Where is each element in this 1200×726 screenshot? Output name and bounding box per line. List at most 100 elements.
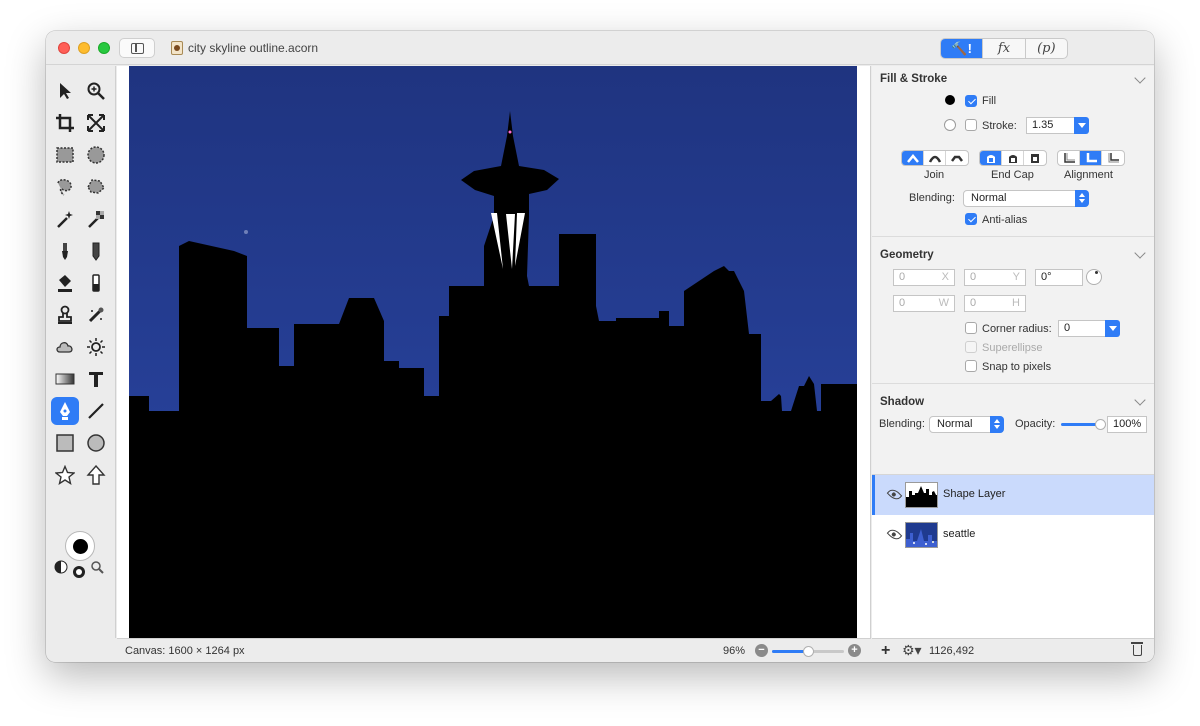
end-cap-control[interactable]: [979, 150, 1047, 166]
shadow-collapse-icon[interactable]: [1134, 394, 1146, 406]
w-value: 0: [899, 297, 906, 309]
cap-butt-icon[interactable]: [980, 151, 1002, 165]
width-field[interactable]: 0W: [893, 295, 955, 312]
zoom-out-button[interactable]: −: [755, 644, 768, 657]
line-icon[interactable]: [82, 397, 110, 425]
star-icon[interactable]: [51, 461, 79, 489]
transform-icon[interactable]: [82, 109, 110, 137]
filters-tab[interactable]: fx: [983, 39, 1026, 58]
stroke-width-dropdown[interactable]: [1074, 117, 1089, 134]
brush-icon[interactable]: [51, 237, 79, 265]
canvas-area[interactable]: [117, 66, 871, 638]
opacity-slider-knob[interactable]: [1095, 419, 1106, 430]
y-field[interactable]: 0Y: [964, 269, 1026, 286]
swap-colors-icon[interactable]: [54, 560, 68, 574]
fill-stroke-collapse-icon[interactable]: [1134, 72, 1146, 84]
gear-icon[interactable]: ⚙▾: [902, 642, 922, 659]
sun-icon[interactable]: [82, 333, 110, 361]
join-miter-icon[interactable]: [902, 151, 924, 165]
zoom-slider[interactable]: [772, 646, 844, 657]
align-inside-icon[interactable]: [1058, 151, 1080, 165]
alignment-control[interactable]: [1057, 150, 1125, 166]
zoom-window-button[interactable]: [98, 42, 110, 54]
fill-bucket-icon[interactable]: [51, 269, 79, 297]
rect-select-icon[interactable]: [51, 141, 79, 169]
corner-radius-checkbox[interactable]: [965, 322, 977, 334]
shadow-title: Shadow: [880, 396, 925, 408]
cloud-icon[interactable]: [51, 333, 79, 361]
join-bevel-icon[interactable]: [946, 151, 968, 165]
trash-icon[interactable]: [1131, 642, 1143, 656]
align-outside-icon[interactable]: [1102, 151, 1124, 165]
layer-thumbnail: [905, 522, 938, 548]
zoom-in-button[interactable]: +: [848, 644, 861, 657]
rectangle-icon[interactable]: [51, 429, 79, 457]
shadow-blending-popup[interactable]: Normal: [929, 416, 1004, 433]
pencil-icon[interactable]: [82, 237, 110, 265]
close-button[interactable]: [58, 42, 70, 54]
crop-icon[interactable]: [51, 109, 79, 137]
polygon-lasso-icon[interactable]: [82, 173, 110, 201]
cap-round-icon[interactable]: [1002, 151, 1024, 165]
select-arrow-icon[interactable]: [51, 77, 79, 105]
snap-to-pixels-checkbox[interactable]: [965, 360, 977, 372]
default-colors-icon[interactable]: [72, 565, 86, 579]
ellipse-select-icon[interactable]: [82, 141, 110, 169]
gradient-icon[interactable]: [51, 365, 79, 393]
layer-row[interactable]: seattle: [872, 515, 1154, 555]
clone-stamp-icon[interactable]: [51, 301, 79, 329]
join-round-icon[interactable]: [924, 151, 946, 165]
canvas-image[interactable]: [129, 66, 857, 638]
text-icon[interactable]: [82, 365, 110, 393]
visibility-eye-icon[interactable]: [886, 486, 903, 503]
h-suffix: H: [1012, 297, 1020, 309]
fill-radio[interactable]: [945, 95, 955, 105]
lasso-icon[interactable]: [51, 173, 79, 201]
fill-checkbox[interactable]: [965, 95, 977, 107]
visibility-eye-icon[interactable]: [886, 526, 903, 543]
cap-square-icon[interactable]: [1024, 151, 1046, 165]
arrow-icon[interactable]: [82, 461, 110, 489]
corner-radius-label: Corner radius:: [982, 323, 1052, 335]
stroke-width-field[interactable]: 1.35: [1026, 117, 1075, 134]
zoom-percentage: 96%: [723, 645, 746, 657]
add-layer-button[interactable]: +: [881, 642, 890, 660]
height-field[interactable]: 0H: [964, 295, 1026, 312]
pen-icon[interactable]: [51, 397, 79, 425]
presets-tab[interactable]: (p): [1026, 39, 1067, 58]
tools-inspector-tab[interactable]: 🔨!: [941, 39, 984, 58]
circle-icon[interactable]: [82, 429, 110, 457]
geometry-collapse-icon[interactable]: [1134, 247, 1146, 259]
antialias-checkbox[interactable]: [965, 213, 977, 225]
separator: [872, 236, 1154, 237]
end-cap-label: End Cap: [991, 169, 1034, 181]
magic-wand-icon[interactable]: [51, 205, 79, 233]
corner-radius-field[interactable]: 0: [1058, 320, 1106, 337]
inspector-mode-segmented-control[interactable]: 🔨! fx (p): [940, 38, 1068, 59]
eraser-icon[interactable]: [82, 269, 110, 297]
align-center-icon[interactable]: [1080, 151, 1102, 165]
canvas-size-label: Canvas: 1600 × 1264 px: [125, 645, 245, 657]
blending-popup[interactable]: Normal: [963, 190, 1089, 207]
superellipse-checkbox[interactable]: [965, 341, 977, 353]
rotation-knob[interactable]: [1086, 269, 1102, 285]
join-label: Join: [924, 169, 945, 181]
layer-row[interactable]: Shape Layer: [872, 475, 1154, 515]
stroke-radio[interactable]: [944, 119, 956, 131]
x-field[interactable]: 0X: [893, 269, 955, 286]
instant-alpha-icon[interactable]: [82, 205, 110, 233]
retouch-icon[interactable]: [82, 301, 110, 329]
join-control[interactable]: [901, 150, 969, 166]
minimize-button[interactable]: [78, 42, 90, 54]
zoom-slider-knob[interactable]: [803, 646, 814, 657]
sidebar-toggle-button[interactable]: [119, 38, 155, 58]
color-picker-icon[interactable]: [90, 560, 104, 574]
zoom-icon[interactable]: [82, 77, 110, 105]
opacity-field[interactable]: 100%: [1107, 416, 1147, 433]
stroke-checkbox[interactable]: [965, 119, 977, 131]
shadow-blending-arrows: [990, 416, 1004, 433]
rotation-field[interactable]: 0°: [1035, 269, 1083, 286]
corner-radius-dropdown[interactable]: [1105, 320, 1120, 337]
antialias-label: Anti-alias: [982, 214, 1028, 226]
opacity-label: Opacity:: [1015, 418, 1056, 430]
